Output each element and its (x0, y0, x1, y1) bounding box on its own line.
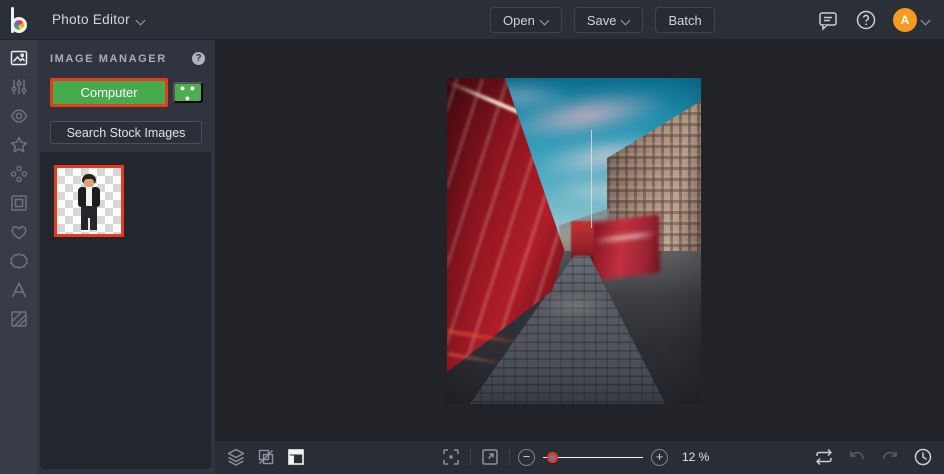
sidebar-item-text[interactable] (9, 280, 29, 300)
image-thumbnail-selected[interactable] (54, 165, 124, 237)
save-button[interactable]: Save (574, 7, 644, 33)
app-switcher-menu[interactable]: Photo Editor (44, 6, 153, 33)
open-label: Open (503, 13, 535, 28)
account-menu[interactable]: A (893, 8, 930, 32)
crop-transform-icon[interactable] (255, 446, 277, 468)
canvas-manager-icon[interactable] (285, 446, 307, 468)
sidebar-item-frames[interactable] (9, 193, 29, 213)
full-view-icon[interactable] (479, 446, 501, 468)
batch-button[interactable]: Batch (655, 7, 714, 33)
canvas-toolbar: − + 12 % (215, 440, 944, 474)
photo-editor-app: Photo Editor Open Save Batch (0, 0, 944, 474)
sidebar-item-adjust[interactable] (9, 77, 29, 97)
zoom-slider-thumb[interactable] (547, 452, 558, 463)
befunky-logo-icon[interactable] (10, 7, 30, 33)
editor-canvas[interactable] (215, 40, 944, 440)
feedback-chat-icon[interactable] (817, 9, 839, 31)
undo-icon[interactable] (846, 446, 868, 468)
zoom-in-button[interactable]: + (651, 449, 668, 466)
history-icon[interactable] (912, 446, 934, 468)
more-sources-button[interactable]: ● ● ● (173, 82, 203, 103)
image-list (40, 152, 211, 469)
sidebar-item-textures[interactable] (9, 309, 29, 329)
chevron-down-icon (137, 16, 145, 24)
chevron-down-icon (541, 16, 549, 24)
person-cutout-image (74, 174, 104, 230)
image-manager-panel: IMAGE MANAGER ? Computer ● ● ● Search St… (37, 40, 215, 474)
canvas-photo[interactable] (447, 78, 701, 404)
zoom-slider-track[interactable] (543, 457, 643, 459)
sidebar-item-effects[interactable] (9, 106, 29, 126)
top-bar: Photo Editor Open Save Batch (0, 0, 944, 40)
compare-toggle-icon[interactable] (813, 446, 835, 468)
app-menu-label: Photo Editor (52, 12, 130, 27)
search-stock-images-button[interactable]: Search Stock Images (50, 121, 202, 144)
help-icon[interactable] (855, 9, 877, 31)
save-label: Save (587, 13, 617, 28)
computer-upload-button[interactable]: Computer (50, 78, 168, 107)
panel-help-icon[interactable]: ? (192, 52, 205, 65)
avatar: A (893, 8, 917, 32)
layers-icon[interactable] (225, 446, 247, 468)
fit-to-screen-icon[interactable] (440, 446, 462, 468)
panel-title: IMAGE MANAGER (50, 53, 167, 65)
sidebar-item-graphics[interactable] (9, 222, 29, 242)
sidebar-item-artsy[interactable] (9, 135, 29, 155)
zoom-percentage: 12 % (682, 450, 709, 464)
sidebar-item-image-manager[interactable] (9, 48, 29, 68)
sidebar-item-overlays[interactable] (9, 251, 29, 271)
zoom-slider[interactable] (543, 449, 643, 466)
chevron-down-icon (922, 16, 930, 24)
open-button[interactable]: Open (490, 7, 562, 33)
redo-icon[interactable] (879, 446, 901, 468)
batch-label: Batch (668, 13, 701, 28)
sidebar-item-touchup[interactable] (9, 164, 29, 184)
chevron-down-icon (622, 16, 630, 24)
tools-sidebar (0, 40, 37, 474)
zoom-out-button[interactable]: − (518, 449, 535, 466)
